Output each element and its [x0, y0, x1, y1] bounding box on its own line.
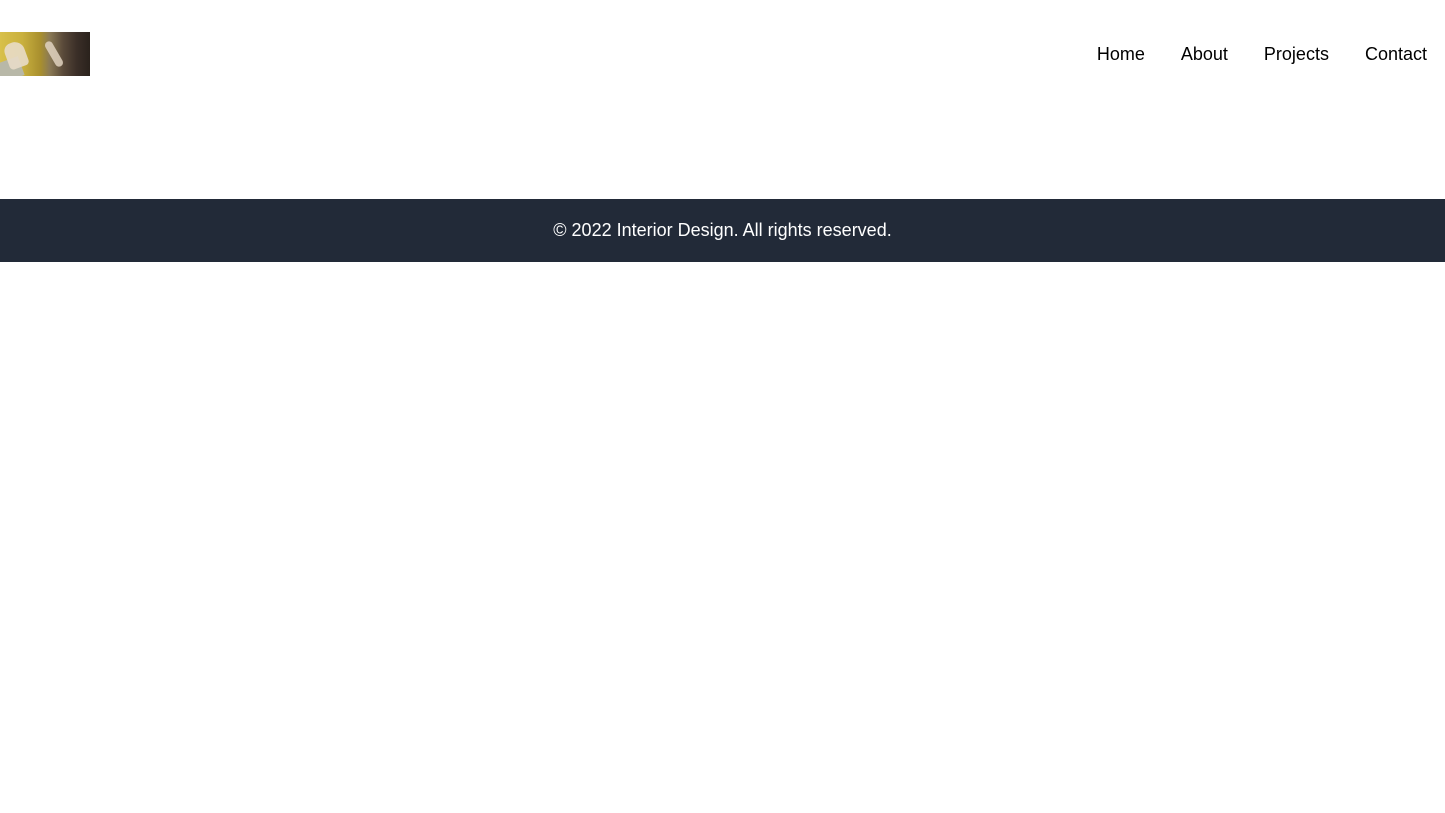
nav-link-about[interactable]: About — [1181, 42, 1228, 66]
copyright-text: © 2022 Interior Design. All rights reser… — [553, 220, 892, 240]
logo-image-detail — [43, 39, 65, 69]
site-footer: © 2022 Interior Design. All rights reser… — [0, 199, 1445, 262]
main-content — [0, 107, 1445, 199]
nav-link-projects[interactable]: Projects — [1264, 42, 1329, 66]
logo-image[interactable] — [0, 32, 90, 76]
site-header: Home About Projects Contact — [0, 0, 1445, 107]
nav-link-contact[interactable]: Contact — [1365, 42, 1427, 66]
nav-link-home[interactable]: Home — [1097, 42, 1145, 66]
main-nav: Home About Projects Contact — [1097, 42, 1427, 66]
